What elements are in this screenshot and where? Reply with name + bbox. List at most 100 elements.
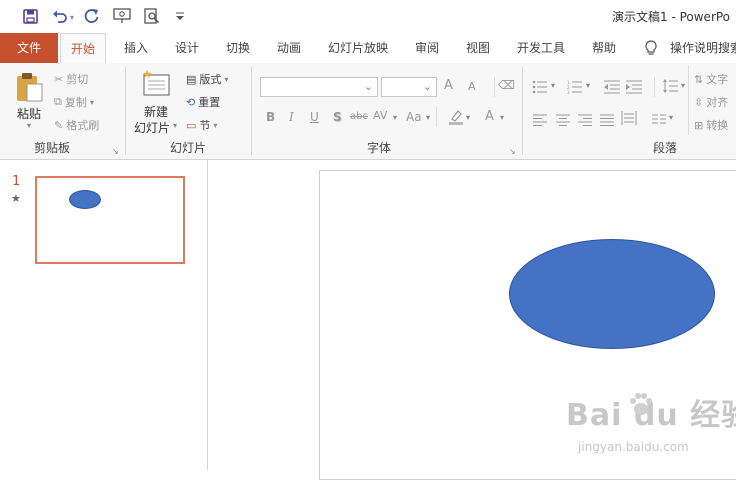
- columns-icon[interactable]: [652, 111, 666, 130]
- tab-help[interactable]: 帮助: [592, 33, 616, 63]
- copy-icon: ⧉: [54, 95, 62, 108]
- tell-me-search[interactable]: 操作说明搜索: [670, 33, 736, 63]
- font-color-button[interactable]: A: [485, 109, 494, 124]
- group-divider: [125, 67, 126, 155]
- slide-number: 1: [12, 174, 21, 189]
- slide-thumbnail[interactable]: [35, 176, 185, 264]
- copy-button[interactable]: ⧉ 复制 ▾: [54, 94, 94, 110]
- tab-file[interactable]: 文件: [0, 33, 58, 63]
- divider: [494, 77, 495, 97]
- undo-icon[interactable]: [50, 6, 70, 26]
- group-label-font: 字体: [367, 141, 392, 155]
- reset-icon: ⟲: [186, 95, 196, 109]
- group-divider: [522, 67, 523, 155]
- tab-view[interactable]: 视图: [466, 33, 490, 63]
- new-slide-icon[interactable]: [141, 69, 171, 101]
- paste-label[interactable]: 粘贴: [17, 105, 41, 122]
- align-text-button[interactable]: ⇳ 对齐: [694, 94, 728, 110]
- bullets-dropdown-icon[interactable]: ▾: [551, 81, 555, 90]
- highlight-dropdown-icon[interactable]: ▾: [466, 113, 470, 122]
- convert-smartart-button[interactable]: ⊞ 转换: [694, 117, 728, 133]
- reset-button[interactable]: ⟲ 重置: [186, 94, 220, 110]
- preview-icon[interactable]: [142, 6, 162, 26]
- bold-button[interactable]: B: [266, 110, 275, 124]
- change-case-dropdown-icon[interactable]: ▾: [426, 113, 430, 122]
- group-label-paragraph: 段落: [653, 141, 678, 155]
- line-spacing-icon[interactable]: [662, 78, 678, 98]
- ribbon-home: 粘贴 ▾ ✂ 剪切 ⧉ 复制 ▾ ✎ 格式刷 剪贴板 ↘ 新建 幻灯片 ▾ ▤ 版式 ▾ ⟲…: [0, 63, 736, 160]
- animation-star-icon: ★: [11, 192, 21, 205]
- paste-icon[interactable]: [15, 71, 45, 107]
- tab-developer[interactable]: 开发工具: [517, 33, 565, 63]
- bullets-icon[interactable]: [532, 79, 548, 98]
- chevron-down-icon: ⌄: [422, 80, 432, 93]
- distribute-icon[interactable]: [621, 110, 637, 129]
- paw-icon: [628, 392, 654, 422]
- tab-design[interactable]: 设计: [175, 33, 199, 63]
- highlight-icon[interactable]: [448, 109, 464, 129]
- smartart-icon: ⊞: [694, 118, 704, 132]
- tab-animations[interactable]: 动画: [277, 33, 301, 63]
- layout-button[interactable]: ▤ 版式 ▾: [186, 71, 228, 87]
- clipboard-launcher-icon[interactable]: ↘: [112, 147, 119, 156]
- tab-review[interactable]: 审阅: [415, 33, 439, 63]
- slide-thumbnail-pane: 1 ★: [0, 160, 208, 470]
- paste-dropdown-icon[interactable]: ▾: [27, 121, 31, 130]
- align-center-icon[interactable]: [556, 111, 570, 130]
- chevron-down-icon: ⌄: [363, 80, 373, 93]
- ellipse-shape[interactable]: [509, 239, 715, 349]
- numbering-dropdown-icon[interactable]: ▾: [586, 81, 590, 90]
- customize-icon[interactable]: [170, 6, 190, 26]
- redo-icon[interactable]: [82, 6, 102, 26]
- clear-format-icon[interactable]: ⌫: [498, 78, 515, 92]
- grow-font-button[interactable]: A: [444, 78, 453, 93]
- italic-button[interactable]: I: [289, 110, 294, 124]
- divider: [436, 107, 437, 127]
- font-name-combo[interactable]: ⌄: [260, 77, 378, 97]
- font-size-combo[interactable]: ⌄: [381, 77, 437, 97]
- numbering-icon[interactable]: 123: [567, 79, 583, 98]
- tab-transitions[interactable]: 切换: [226, 33, 250, 63]
- brush-icon: ✎: [54, 118, 64, 132]
- columns-dropdown-icon[interactable]: ▾: [669, 113, 673, 122]
- font-launcher-icon[interactable]: ↘: [509, 147, 516, 156]
- undo-dropdown-icon[interactable]: ▾: [70, 13, 74, 22]
- watermark-url: jingyan.baidu.com: [578, 440, 689, 454]
- decrease-indent-icon[interactable]: [604, 79, 620, 98]
- char-spacing-button[interactable]: AV: [373, 109, 387, 122]
- font-color-dropdown-icon[interactable]: ▾: [500, 113, 504, 122]
- section-icon: ▭: [186, 118, 197, 132]
- new-slide-label-2[interactable]: 幻灯片: [134, 119, 170, 136]
- new-slide-dropdown-icon[interactable]: ▾: [173, 121, 177, 130]
- cut-button[interactable]: ✂ 剪切: [54, 71, 88, 87]
- tab-slideshow[interactable]: 幻灯片放映: [328, 33, 388, 63]
- char-spacing-dropdown-icon[interactable]: ▾: [393, 113, 397, 122]
- save-icon[interactable]: [20, 6, 40, 26]
- align-left-icon[interactable]: [533, 111, 547, 130]
- tab-home[interactable]: 开始: [60, 33, 106, 63]
- underline-button[interactable]: U: [310, 110, 319, 124]
- tab-insert[interactable]: 插入: [124, 33, 148, 63]
- format-painter-button[interactable]: ✎ 格式刷: [54, 117, 99, 133]
- thumbnail-ellipse-shape: [69, 190, 101, 209]
- strikethrough-button[interactable]: abc: [350, 111, 368, 122]
- line-spacing-dropdown-icon[interactable]: ▾: [681, 81, 685, 90]
- scissors-icon: ✂: [54, 72, 64, 86]
- svg-text:3: 3: [567, 90, 570, 94]
- new-slide-label-1[interactable]: 新建: [144, 103, 168, 120]
- document-title: 演示文稿1 - PowerPo: [612, 10, 731, 24]
- increase-indent-icon[interactable]: [626, 79, 642, 98]
- divider: [688, 65, 689, 135]
- shrink-font-button[interactable]: A: [468, 80, 476, 93]
- group-divider: [251, 67, 252, 155]
- change-case-button[interactable]: Aa: [406, 110, 422, 124]
- text-direction-button[interactable]: ⇅ 文字: [694, 71, 728, 87]
- present-icon[interactable]: [112, 6, 132, 26]
- shadow-button[interactable]: S: [333, 110, 342, 124]
- section-button[interactable]: ▭ 节 ▾: [186, 117, 217, 133]
- lightbulb-icon[interactable]: [644, 40, 658, 60]
- justify-icon[interactable]: [600, 111, 614, 130]
- divider: [654, 77, 655, 97]
- group-label-slides: 幻灯片: [170, 141, 207, 155]
- align-right-icon[interactable]: [578, 111, 592, 130]
